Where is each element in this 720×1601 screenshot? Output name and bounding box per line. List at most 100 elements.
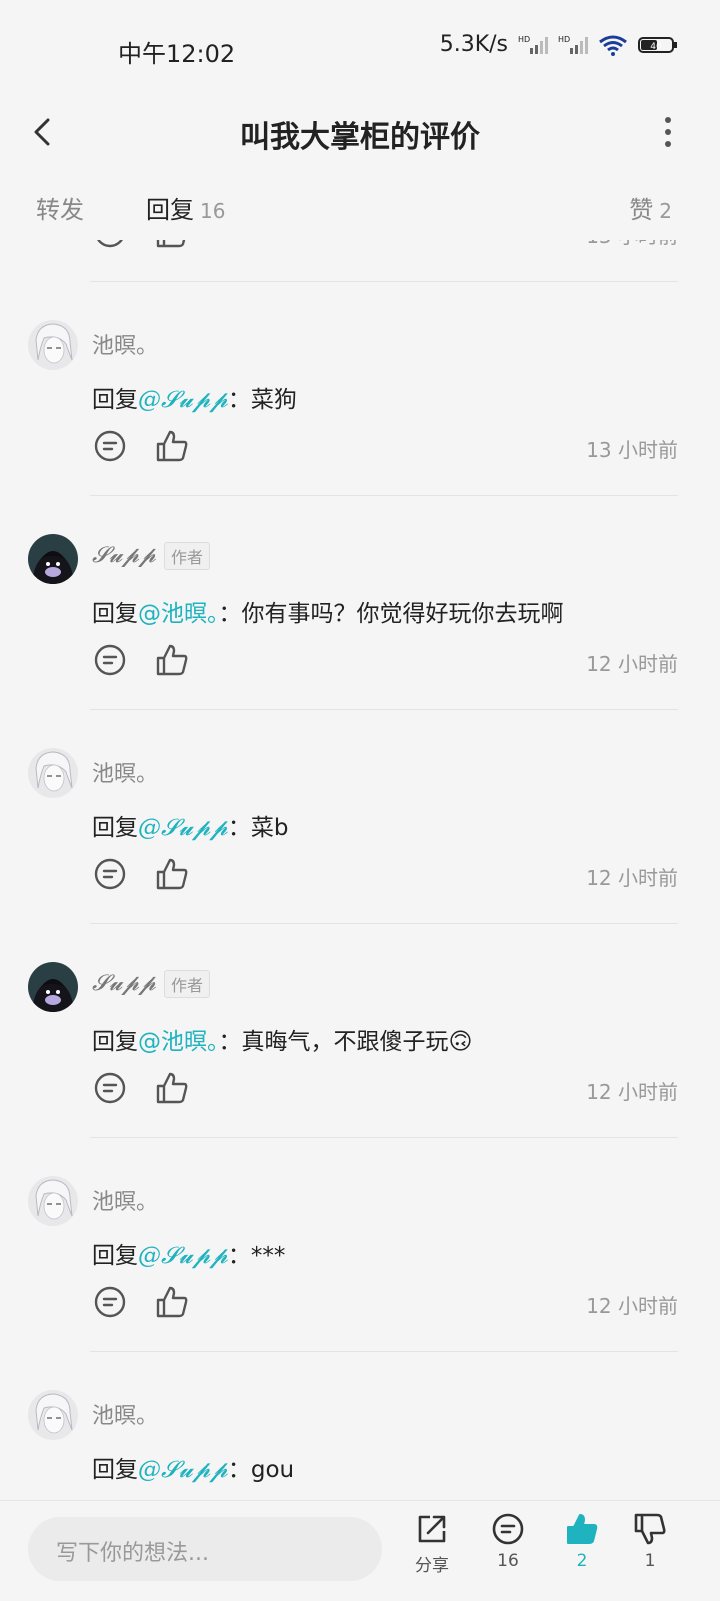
dislike-icon	[634, 1513, 666, 1545]
avatar[interactable]	[28, 748, 78, 798]
mention-link[interactable]: @𝓢𝓾𝓹𝓹	[138, 815, 228, 841]
list-item[interactable]: 池暝。 回复@𝓢𝓾𝓹𝓹：*** 12 小时前	[0, 1138, 720, 1352]
tab-replies-label: 回复	[146, 196, 194, 224]
comment-icon[interactable]	[92, 1284, 128, 1320]
share-icon	[418, 1515, 446, 1543]
list-item[interactable]: 池暝。 回复@𝓢𝓾𝓹𝓹：菜狗 13 小时前	[0, 282, 720, 496]
avatar[interactable]	[28, 962, 78, 1012]
comment-icon[interactable]	[92, 428, 128, 464]
reply-prefix: 回复	[92, 1457, 138, 1483]
like-icon[interactable]	[154, 856, 190, 892]
author-badge: 作者	[163, 542, 210, 570]
status-time: 中午12:02	[118, 40, 236, 68]
avatar[interactable]	[28, 1176, 78, 1226]
reply-prefix: 回复	[92, 601, 138, 627]
reply-text: 回复@𝓢𝓾𝓹𝓹：***	[92, 1236, 285, 1270]
username[interactable]: 𝓢𝓾𝓹𝓹 作者	[92, 542, 210, 570]
reply-content: ：菜狗	[227, 387, 297, 413]
comment-icon[interactable]	[92, 856, 128, 892]
dislike-button[interactable]: 1	[620, 1511, 680, 1571]
avatar[interactable]	[28, 1390, 78, 1440]
username[interactable]: 池暝。	[92, 756, 158, 788]
list-item[interactable]: 𝓢𝓾𝓹𝓹 作者 回复@池暝。：真晦气，不跟傻子玩🙃 12 小时前	[0, 924, 720, 1138]
comment-icon	[492, 1513, 524, 1545]
reply-content: ：菜b	[227, 815, 289, 841]
signal-icon: HD	[558, 35, 588, 54]
avatar[interactable]	[28, 534, 78, 584]
like-icon[interactable]	[154, 642, 190, 678]
more-icon[interactable]	[656, 110, 680, 154]
like-icon	[567, 1514, 598, 1544]
reply-time: 12 小时前	[586, 1080, 678, 1104]
mention-link[interactable]: @池暝。	[138, 601, 219, 627]
reply-prefix: 回复	[92, 1029, 138, 1055]
mention-link[interactable]: @𝓢𝓾𝓹𝓹	[138, 387, 228, 413]
reply-text: 回复@𝓢𝓾𝓹𝓹：菜狗	[92, 380, 297, 414]
username[interactable]: 𝓢𝓾𝓹𝓹 作者	[92, 970, 210, 998]
tab-likes-count: 2	[659, 199, 672, 223]
svg-text:HD: HD	[518, 35, 530, 44]
tab-likes[interactable]: 赞2	[629, 190, 672, 225]
reply-time: 12 小时前	[586, 1294, 678, 1318]
comment-icon[interactable]	[92, 240, 128, 250]
username-text: 𝓢𝓾𝓹𝓹	[92, 971, 156, 996]
like-button[interactable]: 2	[552, 1511, 612, 1571]
reply-prefix: 回复	[92, 1243, 138, 1269]
reply-time: 12 小时前	[586, 652, 678, 676]
username-text: 𝓢𝓾𝓹𝓹	[92, 543, 156, 568]
list-item[interactable]: 池暝。 回复@𝓢𝓾𝓹𝓹：菜b 12 小时前	[0, 710, 720, 924]
reply-text: 回复@池暝。：真晦气，不跟傻子玩🙃	[92, 1022, 472, 1056]
status-bar: 中午12:02 5.3K/s HD HD 46	[0, 0, 720, 96]
like-icon[interactable]	[154, 1284, 190, 1320]
mention-link[interactable]: @池暝。	[138, 1029, 219, 1055]
mention-link[interactable]: @𝓢𝓾𝓹𝓹	[138, 1243, 228, 1269]
reply-text: 回复@𝓢𝓾𝓹𝓹：gou	[92, 1450, 294, 1484]
mention-link[interactable]: @𝓢𝓾𝓹𝓹	[138, 1457, 228, 1483]
network-speed: 5.3K/s	[439, 32, 508, 57]
tab-bar: 转发 回复 16 赞2	[0, 176, 720, 240]
status-icons: 5.3K/s HD HD 46	[440, 32, 678, 57]
reply-content: ：你有事吗？你觉得好玩你去玩啊	[218, 601, 564, 627]
like-icon[interactable]	[154, 428, 190, 464]
reply-content: ：***	[227, 1243, 286, 1269]
reply-prefix: 回复	[92, 387, 138, 413]
comment-icon[interactable]	[92, 642, 128, 678]
username[interactable]: 池暝。	[92, 1184, 158, 1216]
reply-content: ：真晦气，不跟傻子玩🙃	[218, 1029, 473, 1055]
reply-text: 回复@𝓢𝓾𝓹𝓹：菜b	[92, 808, 288, 842]
tab-repost[interactable]: 转发	[36, 190, 84, 225]
list-item: 13 小时前	[0, 240, 720, 282]
list-item[interactable]: 池暝。 回复@𝓢𝓾𝓹𝓹：gou	[0, 1352, 720, 1500]
share-label: 分享	[415, 1556, 449, 1576]
wifi-icon	[599, 35, 627, 56]
username[interactable]: 池暝。	[92, 328, 158, 360]
page-title: 叫我大掌柜的评价	[240, 120, 480, 155]
like-icon[interactable]	[154, 240, 190, 250]
reply-time: 13 小时前	[586, 240, 678, 249]
tab-likes-label: 赞	[629, 196, 654, 224]
reply-time: 13 小时前	[586, 438, 678, 462]
signal-icon: HD	[518, 35, 548, 54]
share-button[interactable]: 分享	[402, 1511, 462, 1576]
comment-input-placeholder: 写下你的想法...	[56, 1541, 209, 1566]
comments-button[interactable]: 16	[478, 1511, 538, 1571]
username[interactable]: 池暝。	[92, 1398, 158, 1430]
dislike-count: 1	[644, 1551, 656, 1571]
svg-text:HD: HD	[558, 35, 570, 44]
tab-replies[interactable]: 回复 16	[146, 190, 225, 225]
reply-content: ：gou	[227, 1457, 295, 1483]
reply-text: 回复@池暝。：你有事吗？你觉得好玩你去玩啊	[92, 594, 564, 628]
reply-prefix: 回复	[92, 815, 138, 841]
like-icon[interactable]	[154, 1070, 190, 1106]
reply-time: 12 小时前	[586, 866, 678, 890]
list-item[interactable]: 𝓢𝓾𝓹𝓹 作者 回复@池暝。：你有事吗？你觉得好玩你去玩啊 12 小时前	[0, 496, 720, 710]
reply-list[interactable]: 13 小时前 池暝。 回复@𝓢𝓾𝓹𝓹：菜狗 13 小时前	[0, 240, 720, 1500]
battery-icon: 46	[638, 36, 677, 53]
comment-input[interactable]: 写下你的想法...	[28, 1517, 382, 1581]
battery-level: 46	[650, 42, 662, 52]
comment-icon[interactable]	[92, 1070, 128, 1106]
author-badge: 作者	[163, 970, 210, 998]
avatar[interactable]	[28, 320, 78, 370]
comment-count: 16	[497, 1551, 519, 1571]
tab-replies-count: 16	[200, 199, 226, 223]
